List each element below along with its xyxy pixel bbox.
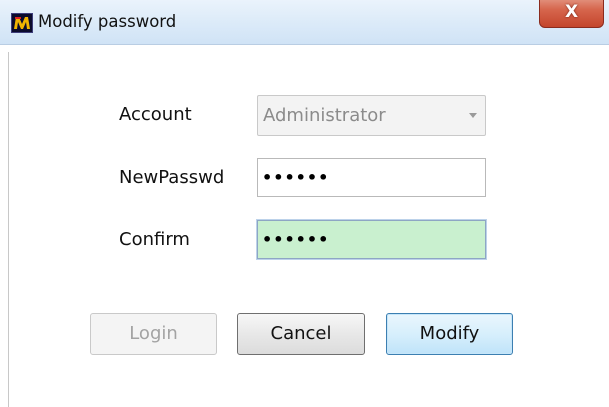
modify-password-dialog: Modify password X Account Administrator … (0, 0, 609, 407)
login-button: Login (90, 313, 217, 355)
confirm-password-input[interactable] (262, 225, 480, 254)
title-bar[interactable]: Modify password X (0, 0, 609, 45)
left-border (8, 52, 9, 407)
new-password-label: NewPasswd (119, 167, 225, 188)
account-dropdown: Administrator (257, 95, 486, 136)
close-button[interactable]: X (539, 0, 604, 28)
new-password-input[interactable] (262, 163, 480, 192)
account-value: Administrator (263, 105, 386, 126)
app-logo-icon (11, 13, 33, 33)
account-label: Account (119, 104, 192, 125)
confirm-field-box[interactable] (256, 219, 487, 260)
close-icon: X (564, 2, 579, 22)
new-password-field-box[interactable] (257, 158, 486, 197)
chevron-down-icon (469, 113, 477, 118)
window-title: Modify password (38, 12, 177, 31)
modify-button[interactable]: Modify (386, 313, 513, 355)
confirm-label: Confirm (119, 229, 190, 250)
cancel-button[interactable]: Cancel (237, 313, 365, 355)
